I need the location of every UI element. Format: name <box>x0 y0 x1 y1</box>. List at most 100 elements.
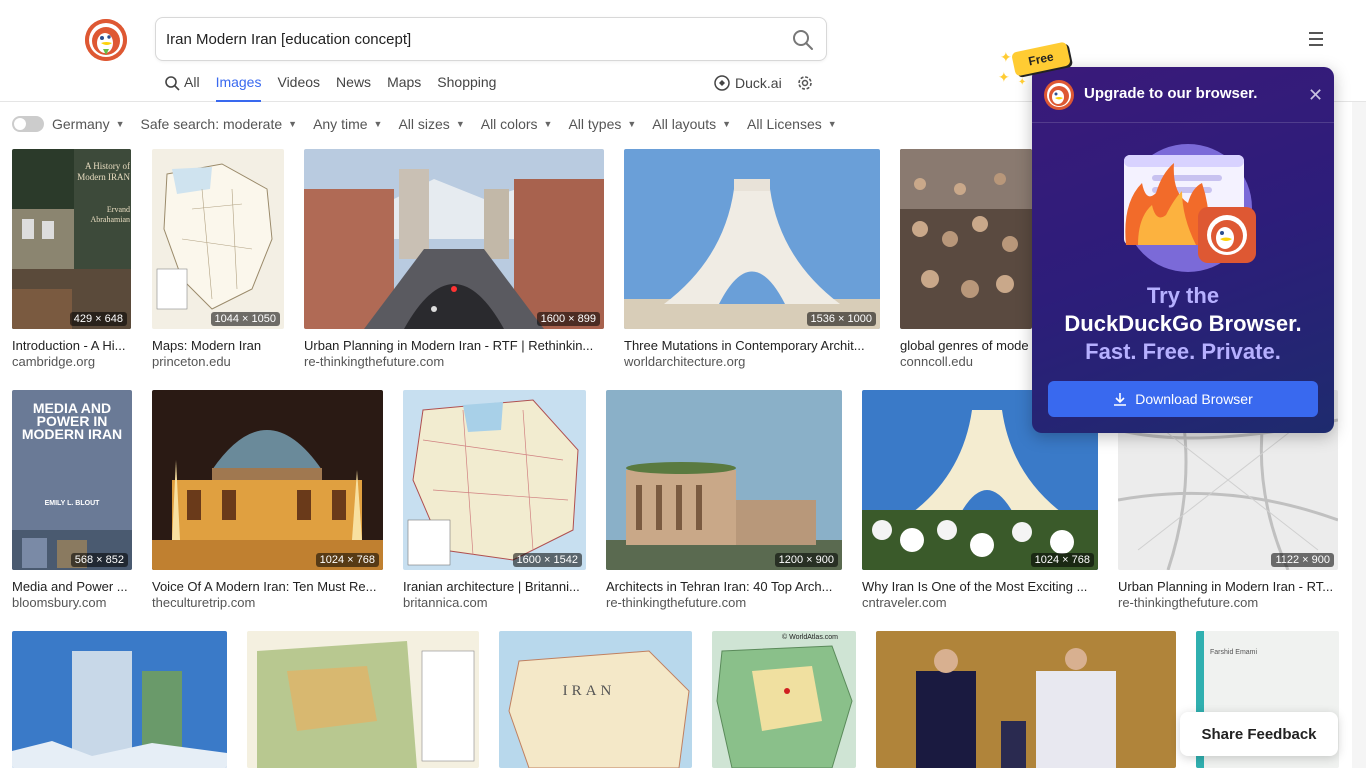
book-cover-author: Farshid Emami <box>1210 649 1258 656</box>
image-result[interactable] <box>12 631 227 768</box>
search-icon[interactable] <box>792 29 814 51</box>
filter-label: All Licenses <box>747 116 822 132</box>
result-domain[interactable]: bloomsbury.com <box>12 595 132 610</box>
result-title[interactable]: Why Iran Is One of the Most Exciting ... <box>862 579 1098 594</box>
result-thumbnail[interactable] <box>900 149 1032 329</box>
image-dimensions: 1122 × 900 <box>1271 553 1334 567</box>
search-box <box>155 17 827 61</box>
gear-icon[interactable] <box>796 74 814 92</box>
result-domain[interactable]: cntraveler.com <box>862 595 1098 610</box>
duckduckgo-logo[interactable] <box>85 19 127 61</box>
result-title[interactable]: Media and Power ... <box>12 579 132 594</box>
book-cover-author: Ervand Abrahamian <box>90 205 130 224</box>
caret-down-icon: ▼ <box>455 119 465 129</box>
region-toggle[interactable] <box>12 116 44 132</box>
crowd-photo <box>900 149 1032 329</box>
image-result[interactable] <box>247 631 479 768</box>
tab-all[interactable]: All <box>165 72 200 102</box>
region-filter[interactable]: Germany ▼ <box>52 116 125 132</box>
image-result[interactable] <box>876 631 1176 768</box>
result-thumbnail[interactable]: MEDIA AND POWER IN MODERN IRAN EMILY L. … <box>12 390 132 570</box>
result-thumbnail[interactable] <box>876 631 1176 768</box>
license-filter[interactable]: All Licenses ▼ <box>747 116 837 132</box>
duck-ai-link[interactable]: Duck.ai <box>713 74 782 92</box>
time-filter[interactable]: Any time ▼ <box>313 116 382 132</box>
result-thumbnail[interactable]: 1536 × 1000 <box>624 149 880 329</box>
image-result[interactable]: 1200 × 900 Architects in Tehran Iran: 40… <box>606 390 842 610</box>
image-result[interactable]: 1024 × 768 Voice Of A Modern Iran: Ten M… <box>152 390 383 610</box>
image-result[interactable]: IRAN <box>499 631 692 768</box>
close-icon[interactable]: ✕ <box>1308 86 1323 104</box>
image-result[interactable]: © WorldAtlas.com <box>712 631 856 768</box>
browser-promo-popup: Upgrade to our browser. ✕ Try the DuckDu… <box>1032 67 1334 433</box>
tab-shopping[interactable]: Shopping <box>437 72 496 102</box>
layout-filter[interactable]: All layouts ▼ <box>652 116 731 132</box>
result-title[interactable]: Maps: Modern Iran <box>152 338 284 353</box>
promo-line-3: Fast. Free. Private. <box>1085 339 1281 364</box>
tab-label: News <box>336 74 372 90</box>
color-filter[interactable]: All colors ▼ <box>481 116 553 132</box>
result-domain[interactable]: princeton.edu <box>152 354 284 369</box>
filter-label: All types <box>568 116 622 132</box>
page-scrollbar[interactable] <box>1352 102 1366 768</box>
mosque-night-photo <box>152 390 383 570</box>
safe-search-filter[interactable]: Safe search: moderate ▼ <box>141 116 298 132</box>
result-thumbnail[interactable]: 1600 × 899 <box>304 149 604 329</box>
result-domain[interactable]: theculturetrip.com <box>152 595 383 610</box>
result-domain[interactable]: worldarchitecture.org <box>624 354 880 369</box>
size-filter[interactable]: All sizes ▼ <box>398 116 464 132</box>
search-input[interactable] <box>166 26 766 52</box>
image-result[interactable]: 1536 × 1000 Three Mutations in Contempor… <box>624 149 880 369</box>
hamburger-menu-icon[interactable] <box>1306 30 1326 48</box>
result-thumbnail[interactable]: 1024 × 768 <box>152 390 383 570</box>
result-domain[interactable]: conncoll.edu <box>900 354 1032 369</box>
result-thumbnail[interactable]: 1044 × 1050 <box>152 149 284 329</box>
tab-label: Videos <box>277 74 321 90</box>
result-domain[interactable]: cambridge.org <box>12 354 131 369</box>
filter-label: All sizes <box>398 116 450 132</box>
caret-down-icon: ▼ <box>722 119 732 129</box>
image-result[interactable]: MEDIA AND POWER IN MODERN IRAN EMILY L. … <box>12 390 132 610</box>
image-result[interactable]: global genres of mode conncoll.edu <box>900 149 1032 369</box>
image-dimensions: 1536 × 1000 <box>806 312 876 326</box>
caret-down-icon: ▼ <box>115 119 125 129</box>
result-domain[interactable]: re-thinkingthefuture.com <box>304 354 604 369</box>
sparkle-icon: ✦ <box>1018 77 1027 88</box>
result-thumbnail[interactable] <box>12 631 227 768</box>
image-result[interactable]: 1600 × 1542 Iranian architecture | Brita… <box>403 390 586 610</box>
result-domain[interactable]: re-thinkingthefuture.com <box>606 595 842 610</box>
result-thumbnail[interactable]: 1200 × 900 <box>606 390 842 570</box>
image-result[interactable]: 1044 × 1050 Maps: Modern Iran princeton.… <box>152 149 284 369</box>
result-title[interactable]: Urban Planning in Modern Iran - RT... <box>1118 579 1338 594</box>
result-title[interactable]: Three Mutations in Contemporary Archit..… <box>624 338 880 353</box>
result-title[interactable]: global genres of mode <box>900 338 1032 353</box>
result-thumbnail[interactable] <box>247 631 479 768</box>
image-result[interactable]: A History of Modern IRAN Ervand Abrahami… <box>12 149 131 369</box>
result-thumbnail[interactable]: 1600 × 1542 <box>403 390 586 570</box>
result-title[interactable]: Voice Of A Modern Iran: Ten Must Re... <box>152 579 383 594</box>
filter-label: All colors <box>480 116 538 132</box>
tower-photo <box>12 631 227 768</box>
result-title[interactable]: Architects in Tehran Iran: 40 Top Arch..… <box>606 579 842 594</box>
result-title[interactable]: Introduction - A Hi... <box>12 338 131 353</box>
result-title[interactable]: Iranian architecture | Britanni... <box>403 579 586 594</box>
building-render-image <box>606 390 842 570</box>
image-result[interactable]: 1600 × 899 Urban Planning in Modern Iran… <box>304 149 604 369</box>
result-thumbnail[interactable]: IRAN <box>499 631 692 768</box>
image-dimensions: 568 × 852 <box>70 553 128 567</box>
result-thumbnail[interactable]: © WorldAtlas.com <box>712 631 856 768</box>
tab-images[interactable]: Images <box>215 72 262 102</box>
type-filter[interactable]: All types ▼ <box>568 116 636 132</box>
result-domain[interactable]: britannica.com <box>403 595 586 610</box>
azadi-tower-photo <box>624 149 880 329</box>
result-domain[interactable]: re-thinkingthefuture.com <box>1118 595 1338 610</box>
tab-maps[interactable]: Maps <box>387 72 421 102</box>
result-thumbnail[interactable]: A History of Modern IRAN Ervand Abrahami… <box>12 149 131 329</box>
share-feedback-button[interactable]: Share Feedback <box>1180 712 1338 756</box>
download-button-label: Download Browser <box>1135 391 1253 407</box>
download-browser-button[interactable]: Download Browser <box>1048 381 1318 417</box>
tab-news[interactable]: News <box>336 72 371 102</box>
royal-portrait-photo <box>876 631 1176 768</box>
result-title[interactable]: Urban Planning in Modern Iran - RTF | Re… <box>304 338 604 353</box>
tab-videos[interactable]: Videos <box>277 72 320 102</box>
